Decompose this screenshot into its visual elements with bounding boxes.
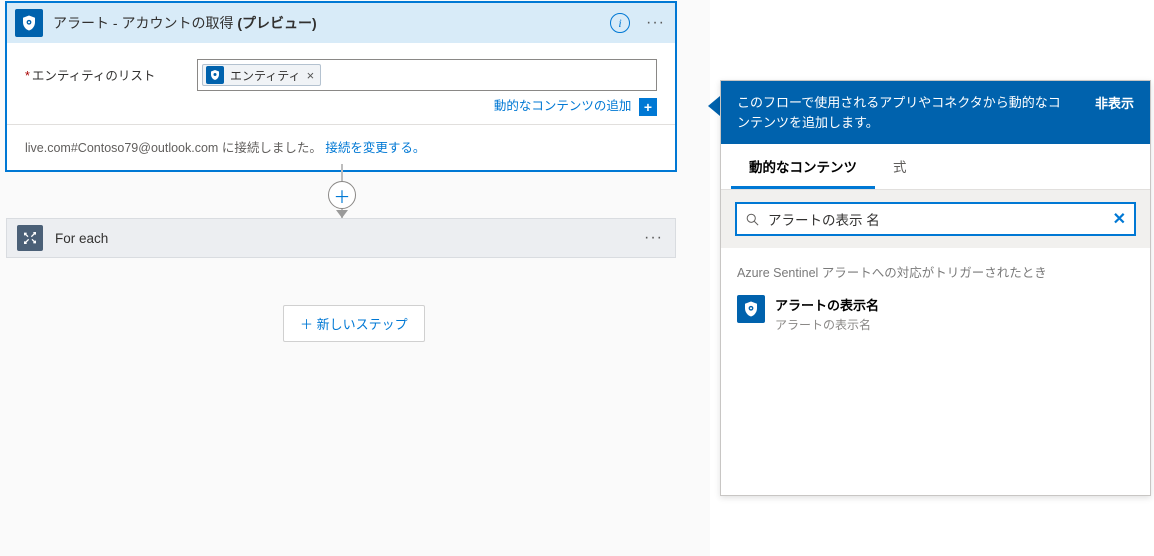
foreach-menu-button[interactable]: ··· bbox=[642, 229, 665, 247]
clear-search-icon[interactable]: ✕ bbox=[1113, 209, 1126, 229]
result-description: アラートの表示名 bbox=[775, 316, 879, 333]
action-menu-button[interactable]: ··· bbox=[644, 14, 667, 32]
result-alert-display-name[interactable]: アラートの表示名 アラートの表示名 bbox=[721, 289, 1150, 345]
arrow-down-icon bbox=[336, 210, 348, 218]
sentinel-icon bbox=[206, 66, 224, 84]
change-connection-link[interactable]: 接続を変更する。 bbox=[325, 141, 425, 155]
panel-header: このフローで使用されるアプリやコネクタから動的なコンテンツを追加します。 非表示 bbox=[721, 81, 1150, 144]
panel-tabs: 動的なコンテンツ 式 bbox=[721, 144, 1150, 190]
new-step-button[interactable]: ＋ 新しいステップ bbox=[283, 305, 425, 342]
connection-info: live.com#Contoso79@outlook.com に接続しました。 … bbox=[7, 124, 675, 170]
remove-token-icon[interactable]: × bbox=[307, 68, 315, 83]
sentinel-icon bbox=[737, 295, 765, 323]
search-icon bbox=[745, 212, 760, 227]
foreach-card[interactable]: For each ··· bbox=[6, 218, 676, 258]
field-label-entities: *エンティティのリスト bbox=[25, 59, 197, 84]
entities-input[interactable]: エンティティ × bbox=[197, 59, 657, 91]
dynamic-content-panel: このフローで使用されるアプリやコネクタから動的なコンテンツを追加します。 非表示… bbox=[720, 80, 1151, 496]
panel-beak bbox=[708, 96, 720, 116]
foreach-title: For each bbox=[55, 231, 642, 246]
search-input[interactable] bbox=[768, 212, 1113, 227]
tab-dynamic-content[interactable]: 動的なコンテンツ bbox=[731, 144, 875, 189]
tab-expression[interactable]: 式 bbox=[875, 144, 925, 189]
add-dynamic-content-button[interactable]: + bbox=[639, 98, 657, 116]
hide-panel-button[interactable]: 非表示 bbox=[1095, 93, 1134, 112]
sentinel-icon bbox=[15, 9, 43, 37]
loop-icon bbox=[17, 225, 43, 251]
action-header[interactable]: アラート - アカウントの取得 (プレビュー) i ··· bbox=[7, 3, 675, 43]
info-icon[interactable]: i bbox=[610, 13, 630, 33]
insert-step-button[interactable]: ＋ bbox=[328, 181, 356, 209]
search-box[interactable]: ✕ bbox=[735, 202, 1136, 236]
panel-header-text: このフローで使用されるアプリやコネクタから動的なコンテンツを追加します。 bbox=[737, 93, 1067, 132]
action-title: アラート - アカウントの取得 (プレビュー) bbox=[53, 13, 610, 33]
add-dynamic-content-link[interactable]: 動的なコンテンツの追加 bbox=[494, 99, 632, 113]
result-title: アラートの表示名 bbox=[775, 295, 879, 314]
action-card-alert-get-accounts: アラート - アカウントの取得 (プレビュー) i ··· *エンティティのリス… bbox=[5, 1, 677, 172]
entity-token[interactable]: エンティティ × bbox=[202, 64, 321, 86]
results-section-title: Azure Sentinel アラートへの対応がトリガーされたとき bbox=[721, 248, 1150, 289]
